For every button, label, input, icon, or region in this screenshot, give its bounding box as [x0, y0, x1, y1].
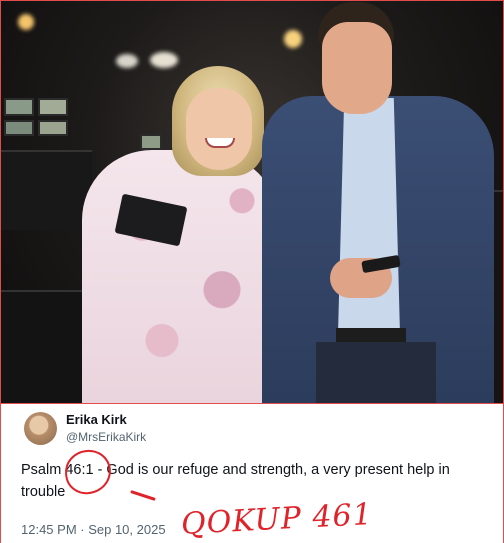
equipment-rack: [0, 150, 92, 230]
stage-light: [18, 14, 34, 30]
handwritten-circle: [62, 447, 114, 497]
equipment-rack: [0, 290, 82, 404]
man-face: [322, 22, 392, 114]
woman-face: [186, 88, 252, 170]
tweet-timestamp[interactable]: 12:45 PM · Sep 10, 2025: [21, 522, 166, 537]
profile-avatar[interactable]: [24, 412, 57, 445]
monitor: [140, 134, 162, 150]
handwritten-stroke: [130, 490, 156, 501]
tweet-text-line-2: trouble: [21, 484, 66, 500]
floral-dress: [82, 150, 282, 404]
trousers: [316, 342, 436, 404]
stage-light: [284, 30, 302, 48]
light-blue-shirt: [338, 98, 400, 334]
display-name[interactable]: Erika Kirk: [66, 412, 127, 427]
monitor: [4, 98, 34, 116]
user-handle[interactable]: @MrsErikaKirk: [66, 430, 146, 444]
stage-light: [116, 54, 138, 68]
stage-light: [150, 52, 178, 68]
handwritten-annotation: QOKUP 461: [180, 497, 374, 542]
monitor: [4, 120, 34, 136]
belt: [336, 328, 406, 342]
monitor: [38, 120, 68, 136]
tweet-card: Erika Kirk @MrsErikaKirk Psalm 46:1 - Go…: [0, 404, 504, 543]
monitor: [38, 98, 68, 116]
event-photo: [0, 0, 504, 404]
